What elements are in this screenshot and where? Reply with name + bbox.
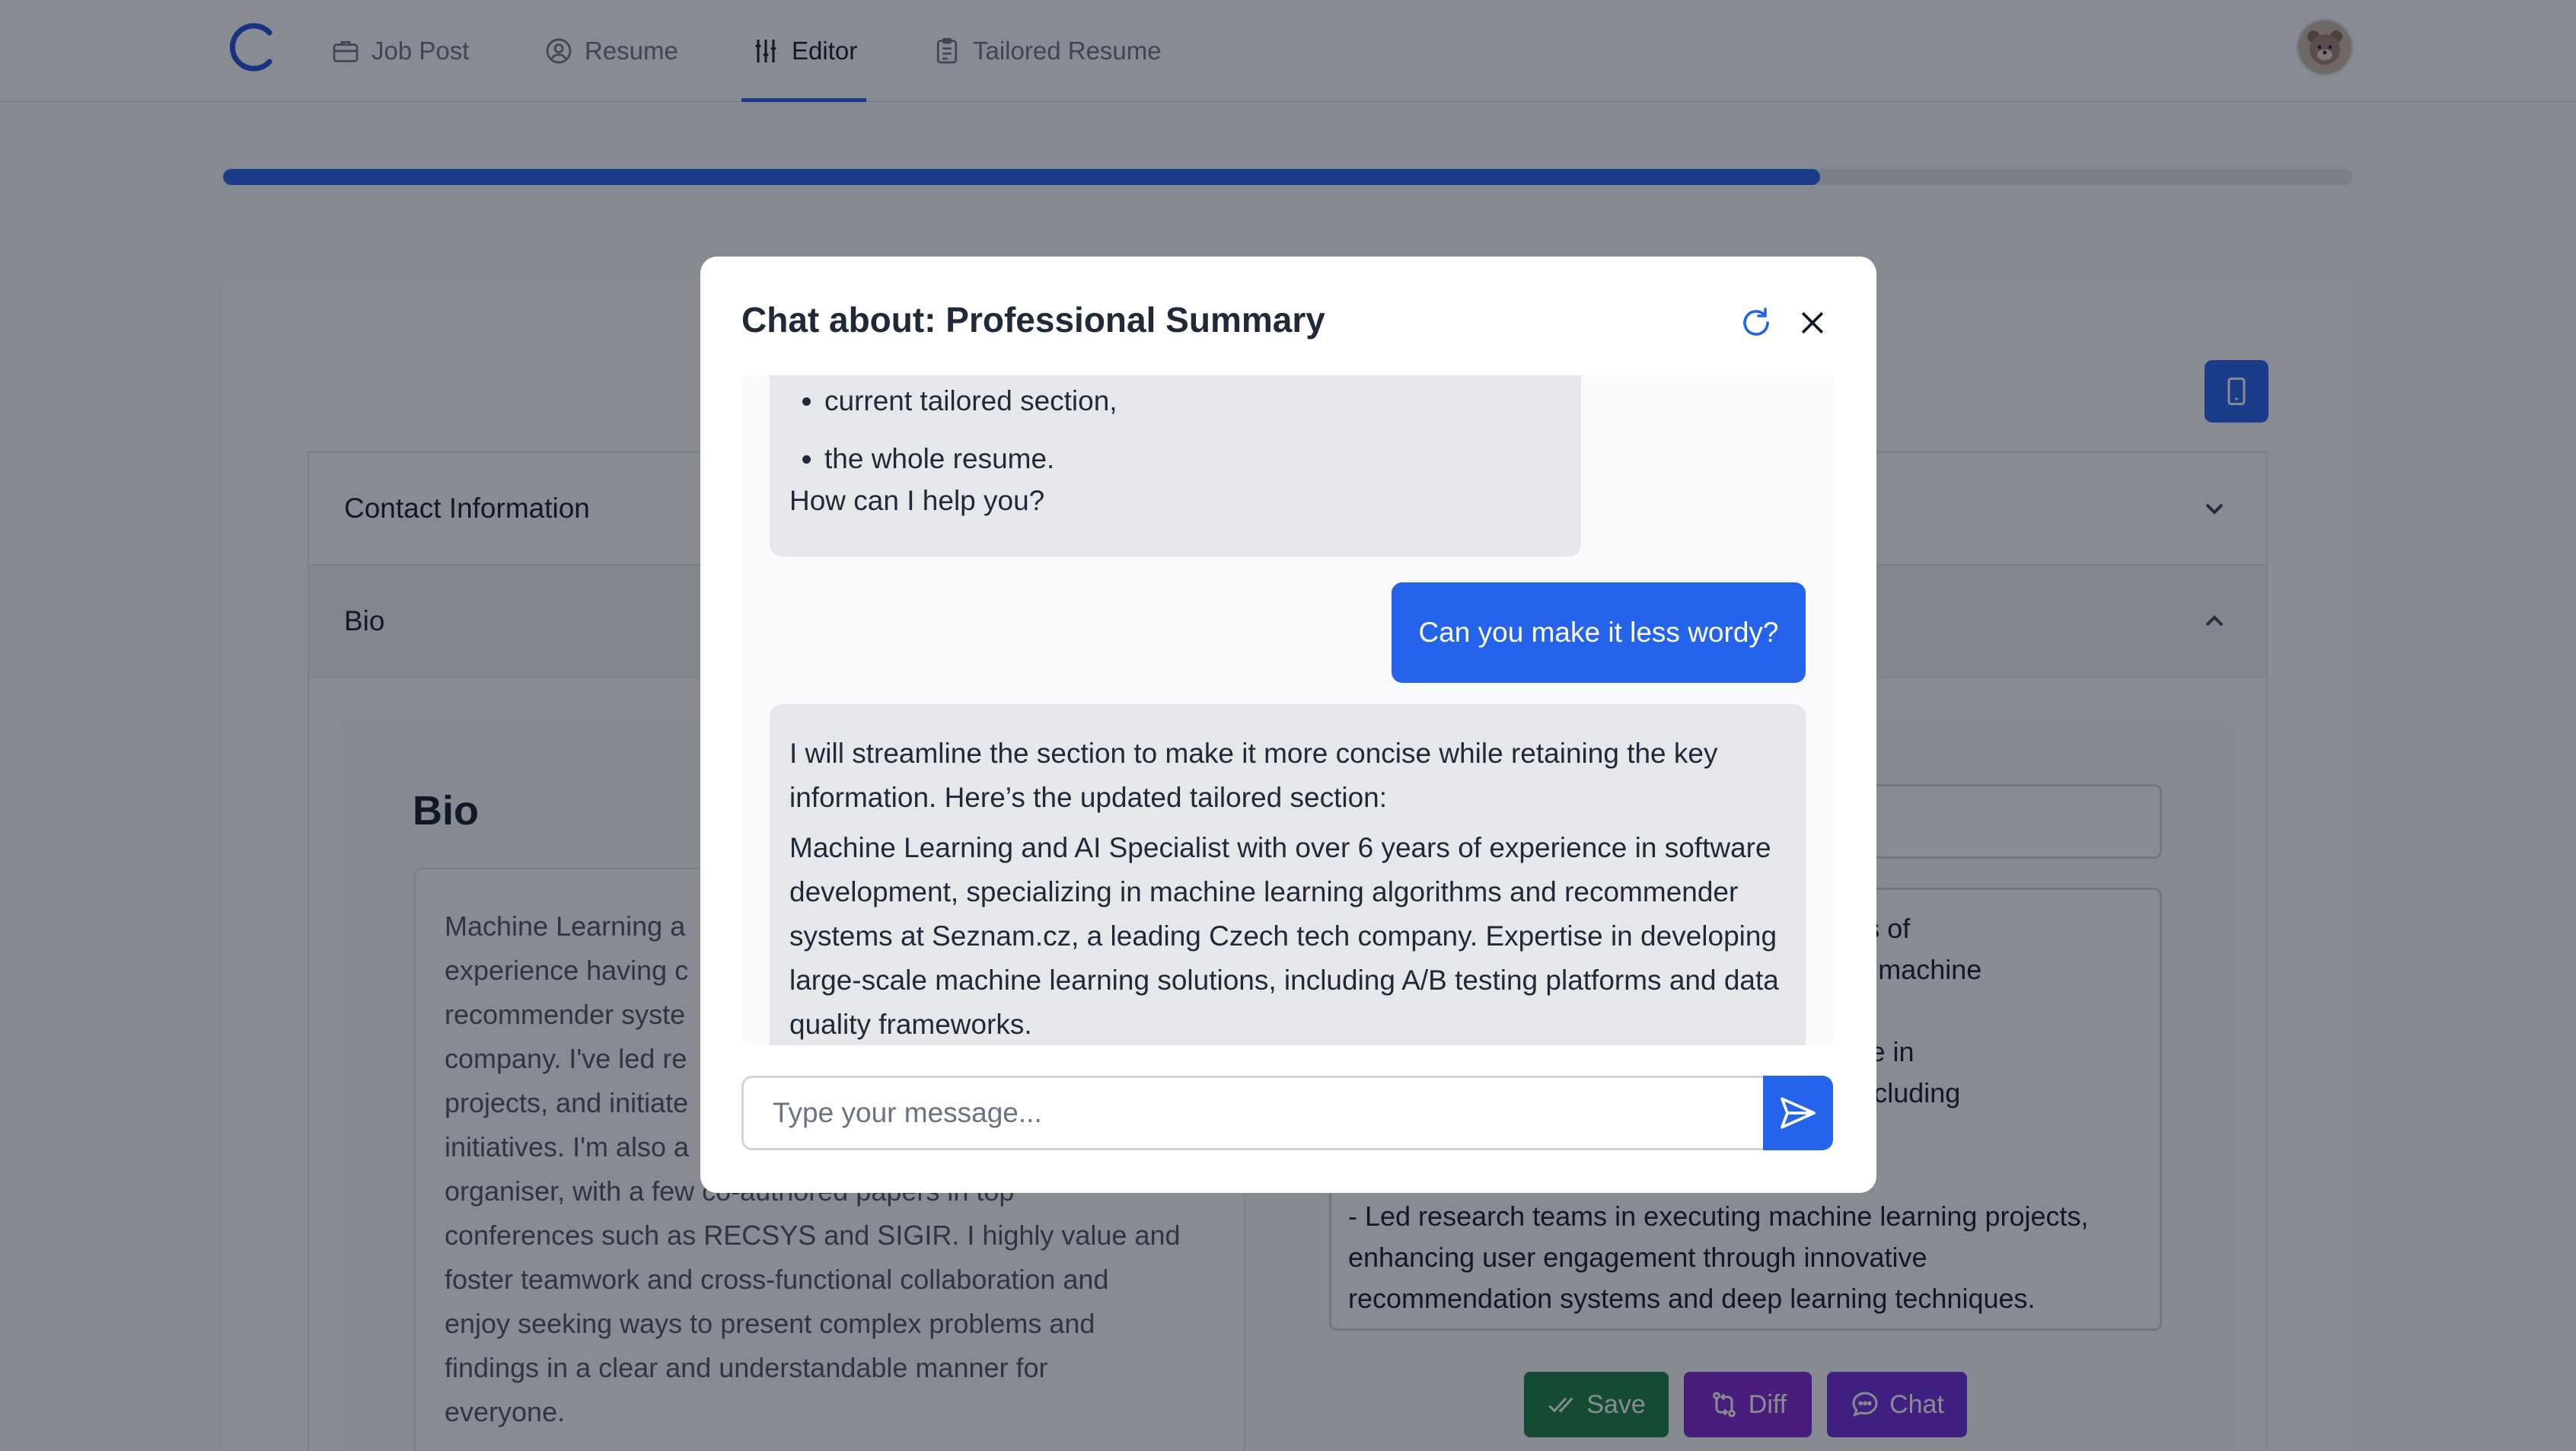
close-button[interactable] (1793, 304, 1832, 342)
assistant-message-list: current tailored section, the whole resu… (824, 375, 1117, 488)
assistant-message-bullet: current tailored section, (824, 375, 1117, 430)
assistant-message: current tailored section, the whole resu… (770, 375, 1581, 556)
close-icon (1801, 311, 1824, 334)
assistant-message-text: How can I help you? (789, 485, 1045, 516)
send-button[interactable] (1763, 1076, 1833, 1150)
send-icon (1781, 1097, 1816, 1129)
assistant-message: I will streamline the section to make it… (770, 704, 1806, 1045)
chat-modal: Chat about: Professional Summary current… (700, 257, 1876, 1193)
refresh-button[interactable] (1737, 304, 1775, 342)
modal-title: Chat about: Professional Summary (741, 300, 1325, 340)
chat-messages[interactable]: current tailored section, the whole resu… (741, 375, 1835, 1045)
refresh-icon (1743, 308, 1769, 336)
assistant-message-intro: I will streamline the section to make it… (789, 738, 1718, 813)
user-message: Can you make it less wordy? (1392, 582, 1806, 683)
chat-message-input[interactable] (741, 1076, 1765, 1150)
assistant-message-text: Machine Learning and AI Specialist with … (789, 832, 1779, 1040)
user-message-text: Can you make it less wordy? (1418, 617, 1779, 648)
